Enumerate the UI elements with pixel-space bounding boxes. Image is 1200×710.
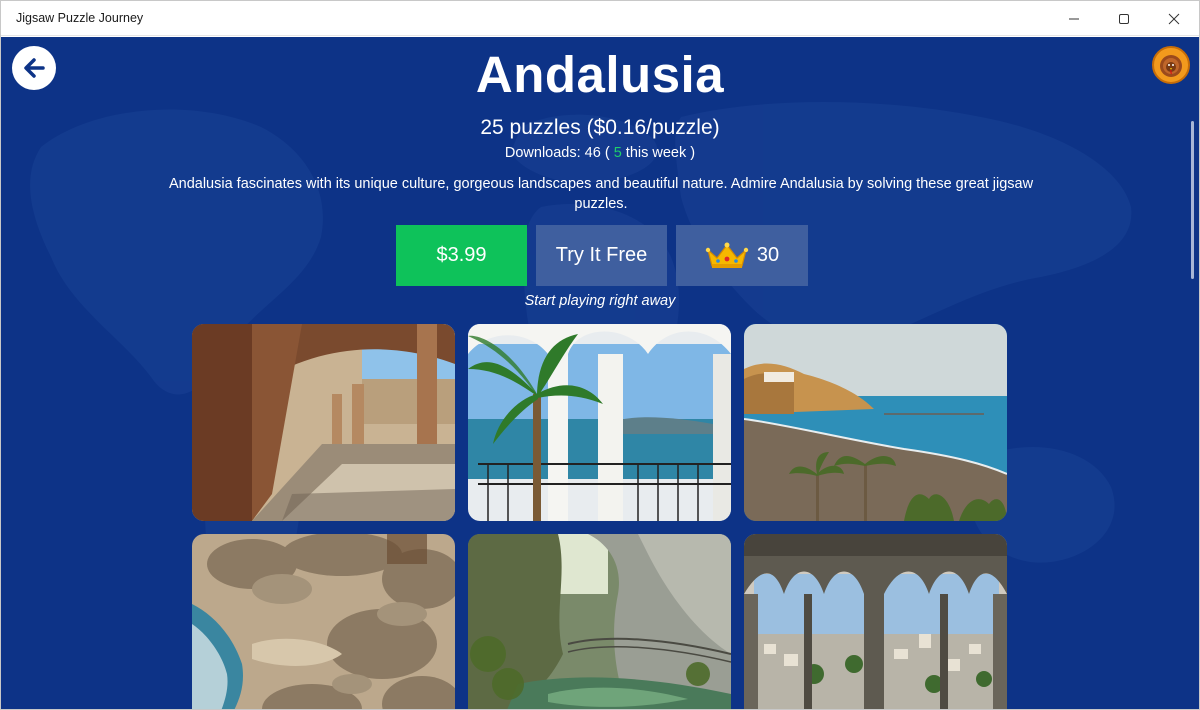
- try-free-label: Try It Free: [555, 244, 648, 266]
- buy-button-label: $3.99: [436, 244, 487, 266]
- puzzle-image: [192, 534, 455, 709]
- minimize-icon: [1069, 18, 1079, 19]
- puzzle-image: [192, 324, 455, 521]
- downloads-week-label: this week ): [621, 145, 696, 161]
- puzzle-tile-rocky-shore[interactable]: [192, 534, 455, 709]
- crown-icon: [705, 242, 749, 268]
- puzzle-image: [468, 324, 731, 521]
- page-title: Andalusia: [475, 46, 725, 103]
- downloads-total: Downloads: 46 (: [504, 145, 610, 161]
- try-free-button[interactable]: Try It Free: [536, 225, 667, 286]
- close-icon: [1168, 13, 1180, 24]
- maximize-icon: [1119, 13, 1129, 24]
- window-title: Jigsaw Puzzle Journey: [16, 11, 144, 25]
- app-window: Jigsaw Puzzle Journey Andalusia 25 puzzl…: [0, 0, 1200, 710]
- close-button[interactable]: [1149, 1, 1199, 36]
- title-bar: Jigsaw Puzzle Journey: [1, 1, 1199, 36]
- downloads-week-count: 5: [613, 145, 622, 161]
- downloads-info: Downloads: 46 ( 5 this week ): [1, 145, 1199, 161]
- puzzle-image: [744, 324, 1007, 521]
- puzzle-tile-arcade-courtyard[interactable]: [192, 324, 455, 521]
- puzzle-tile-coastal-beach[interactable]: [744, 324, 1007, 521]
- buy-button[interactable]: $3.99: [396, 225, 527, 286]
- puzzle-tile-palm-arches[interactable]: [468, 324, 731, 521]
- maximize-button[interactable]: [1099, 1, 1149, 36]
- crown-unlock-button[interactable]: 30: [676, 225, 808, 286]
- puzzle-tile-canyon-walkway[interactable]: [468, 534, 731, 709]
- crown-count: 30: [756, 244, 780, 266]
- puzzle-tile-moorish-window[interactable]: [744, 534, 1007, 709]
- start-hint: Start playing right away: [524, 293, 676, 309]
- pack-description: Andalusia fascinates with its unique cul…: [168, 176, 1034, 212]
- puzzle-image: [744, 534, 1007, 709]
- minimize-button[interactable]: [1049, 1, 1099, 36]
- puzzle-image: [468, 534, 731, 709]
- pack-detail-view: Andalusia 25 puzzles ($0.16/puzzle) Down…: [1, 37, 1199, 709]
- puzzle-count-price: 25 puzzles ($0.16/puzzle): [480, 116, 720, 139]
